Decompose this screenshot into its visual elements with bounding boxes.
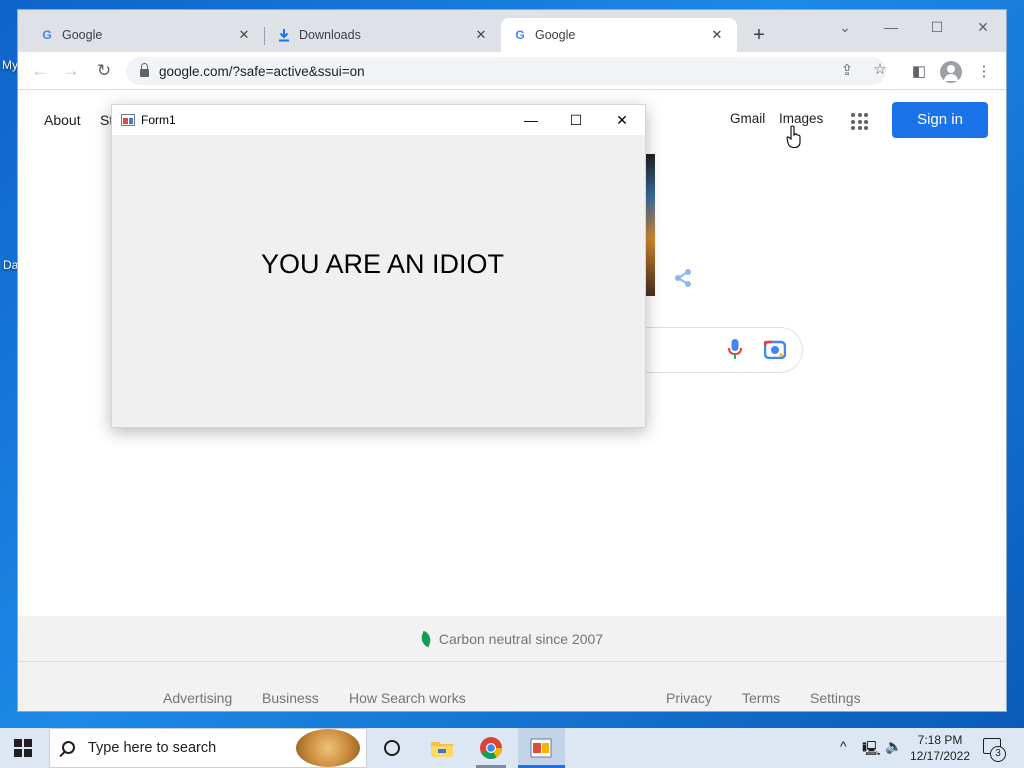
form1-titlebar[interactable]: Form1 — ☐ ✕ bbox=[112, 105, 645, 135]
browser-toolbar: ← → ↻ google.com/?safe=active&ssui=on ⇪ … bbox=[18, 52, 1006, 90]
lock-icon[interactable] bbox=[140, 63, 149, 77]
chrome-icon[interactable] bbox=[476, 733, 506, 763]
close-icon[interactable]: ✕ bbox=[709, 27, 725, 43]
tab-google-1[interactable]: G Google ✕ bbox=[28, 18, 264, 52]
images-link[interactable]: Images bbox=[779, 111, 823, 126]
tab-search-icon[interactable]: ⌄ bbox=[833, 18, 857, 36]
terms-link[interactable]: Terms bbox=[742, 690, 780, 706]
close-button[interactable]: ✕ bbox=[612, 111, 632, 129]
tab-label: Google bbox=[62, 28, 103, 42]
tab-label: Downloads bbox=[299, 28, 361, 42]
download-icon bbox=[279, 29, 289, 42]
maximize-button[interactable]: ☐ bbox=[566, 111, 586, 129]
file-explorer-icon[interactable] bbox=[427, 733, 457, 763]
desktop-icon-label[interactable]: My bbox=[2, 58, 18, 72]
search-icon bbox=[62, 741, 75, 754]
volume-icon[interactable]: 🔈 bbox=[885, 738, 902, 755]
taskbar: Type here to search ^ 🖳 🔈 7:18 PM 12/17/… bbox=[0, 728, 1024, 768]
tab-google-active[interactable]: G Google ✕ bbox=[501, 18, 737, 52]
about-link[interactable]: About bbox=[44, 112, 81, 128]
close-icon[interactable]: ✕ bbox=[236, 27, 252, 43]
share-icon[interactable] bbox=[673, 268, 693, 288]
how-search-works-link[interactable]: How Search works bbox=[349, 690, 466, 706]
share-page-icon[interactable]: ⇪ bbox=[837, 61, 857, 79]
url-text[interactable]: google.com/?safe=active&ssui=on bbox=[159, 64, 365, 79]
reload-icon[interactable]: ↻ bbox=[92, 60, 116, 82]
desktop-icon-label[interactable]: Da bbox=[3, 258, 18, 272]
google-g-icon: G bbox=[515, 28, 525, 42]
settings-link[interactable]: Settings bbox=[810, 690, 861, 706]
side-panel-icon[interactable]: ◧ bbox=[908, 61, 930, 83]
back-icon[interactable]: ← bbox=[28, 60, 52, 82]
gmail-link[interactable]: Gmail bbox=[730, 111, 765, 126]
tab-label: Google bbox=[535, 28, 576, 42]
tab-downloads[interactable]: Downloads ✕ bbox=[265, 18, 501, 52]
carbon-neutral-bar: Carbon neutral since 2007 bbox=[18, 616, 1006, 662]
clock-time: 7:18 PM bbox=[917, 733, 963, 747]
privacy-link[interactable]: Privacy bbox=[666, 690, 712, 706]
maximize-button[interactable]: ☐ bbox=[925, 18, 949, 36]
forward-icon[interactable]: → bbox=[59, 60, 83, 82]
form1-app-icon[interactable] bbox=[526, 733, 556, 763]
sign-in-button[interactable]: Sign in bbox=[892, 102, 988, 138]
form1-title: Form1 bbox=[141, 113, 176, 127]
tab-strip: G Google ✕ Downloads ✕ G Google ✕ + ⌄ — … bbox=[18, 10, 1006, 52]
minimize-button[interactable]: — bbox=[879, 18, 903, 36]
system-clock[interactable]: 7:18 PM 12/17/2022 bbox=[905, 732, 975, 764]
address-bar[interactable]: google.com/?safe=active&ssui=on bbox=[126, 57, 886, 85]
lens-camera-icon[interactable] bbox=[764, 339, 786, 359]
business-link[interactable]: Business bbox=[262, 690, 319, 706]
close-icon[interactable]: ✕ bbox=[473, 27, 489, 43]
taskbar-search-placeholder: Type here to search bbox=[88, 740, 217, 756]
carbon-neutral-text[interactable]: Carbon neutral since 2007 bbox=[439, 631, 603, 647]
leaf-icon bbox=[418, 630, 433, 647]
new-tab-button[interactable]: + bbox=[748, 24, 770, 46]
google-g-icon: G bbox=[42, 28, 52, 42]
search-highlight-image[interactable] bbox=[296, 729, 360, 767]
voice-search-icon[interactable] bbox=[728, 338, 742, 360]
network-icon[interactable]: 🖳 bbox=[862, 738, 881, 762]
close-window-button[interactable]: ✕ bbox=[971, 18, 995, 36]
advertising-link[interactable]: Advertising bbox=[163, 690, 232, 706]
form1-message: YOU ARE AN IDIOT bbox=[260, 249, 505, 279]
notification-count-badge: 3 bbox=[990, 746, 1006, 762]
bookmark-star-icon[interactable]: ☆ bbox=[870, 60, 890, 78]
menu-kebab-icon[interactable]: ⋮ bbox=[973, 61, 995, 83]
winforms-app-icon bbox=[121, 114, 135, 126]
task-view-icon[interactable] bbox=[377, 733, 407, 763]
minimize-button[interactable]: — bbox=[521, 111, 541, 129]
form1-window: Form1 — ☐ ✕ YOU ARE AN IDIOT bbox=[111, 104, 646, 428]
profile-avatar-icon[interactable] bbox=[940, 61, 962, 83]
hand-cursor-icon bbox=[786, 125, 801, 149]
windows-start-icon[interactable] bbox=[14, 739, 32, 757]
google-apps-icon[interactable] bbox=[851, 113, 868, 130]
footer: Carbon neutral since 2007 Advertising Bu… bbox=[18, 616, 1006, 711]
clock-date: 12/17/2022 bbox=[909, 749, 971, 763]
show-hidden-icons-icon[interactable]: ^ bbox=[840, 738, 847, 754]
